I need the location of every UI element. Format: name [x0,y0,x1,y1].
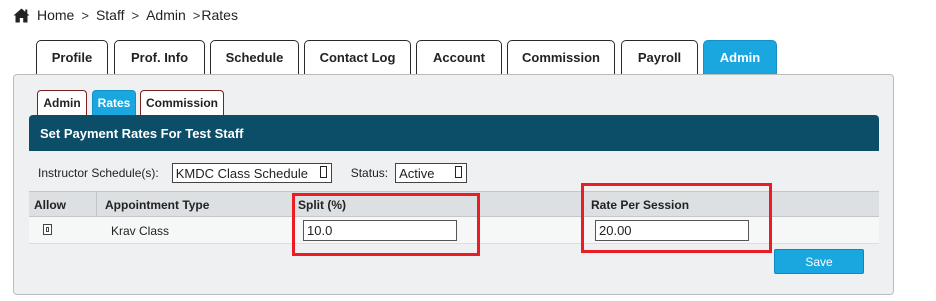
status-label: Status: [350,166,389,180]
tab-schedule[interactable]: Schedule [210,40,299,74]
dropdown-icon [455,166,463,178]
highlight-split [292,193,480,256]
tab-contact-log[interactable]: Contact Log [304,40,411,74]
breadcrumb-admin[interactable]: Admin [146,7,186,23]
tab-commission[interactable]: Commission [507,40,615,74]
col-type-header: Appointment Type [105,198,210,212]
breadcrumb-separator: > [192,7,201,23]
save-button[interactable]: Save [774,249,864,274]
schedule-label: Instructor Schedule(s): [38,166,159,180]
schedule-select-value: KMDC Class Schedule [175,165,308,181]
tab-prof-info[interactable]: Prof. Info [114,40,205,74]
breadcrumb-separator: > [81,7,89,23]
subtab-rates[interactable]: Rates [92,90,136,115]
col-allow-header: Allow [34,198,66,212]
subtab-commission[interactable]: Commission [140,90,224,115]
tab-admin[interactable]: Admin [703,40,777,74]
schedule-select[interactable]: KMDC Class Schedule [171,163,332,183]
section-header: Set Payment Rates For Test Staff [29,115,879,151]
status-select[interactable]: Active [395,163,468,183]
breadcrumb-staff[interactable]: Staff [96,7,125,23]
breadcrumb-separator: > [131,7,140,23]
tab-account[interactable]: Account [416,40,502,74]
filter-row: Instructor Schedule(s): KMDC Class Sched… [29,159,468,187]
tab-profile[interactable]: Profile [36,40,108,74]
tab-payroll[interactable]: Payroll [621,40,698,74]
breadcrumb-home[interactable]: Home [37,7,74,23]
breadcrumb-rates: Rates [201,7,238,23]
appointment-type-cell: Krav Class [111,224,170,238]
home-icon[interactable] [13,8,30,23]
allow-checkbox[interactable] [43,224,52,235]
dropdown-icon [319,166,327,178]
subtab-admin[interactable]: Admin [37,90,87,115]
highlight-rate [581,183,772,253]
status-select-value: Active [399,165,435,181]
column-divider [96,192,97,216]
breadcrumb: Home > Staff > Admin > Rates [13,5,238,25]
